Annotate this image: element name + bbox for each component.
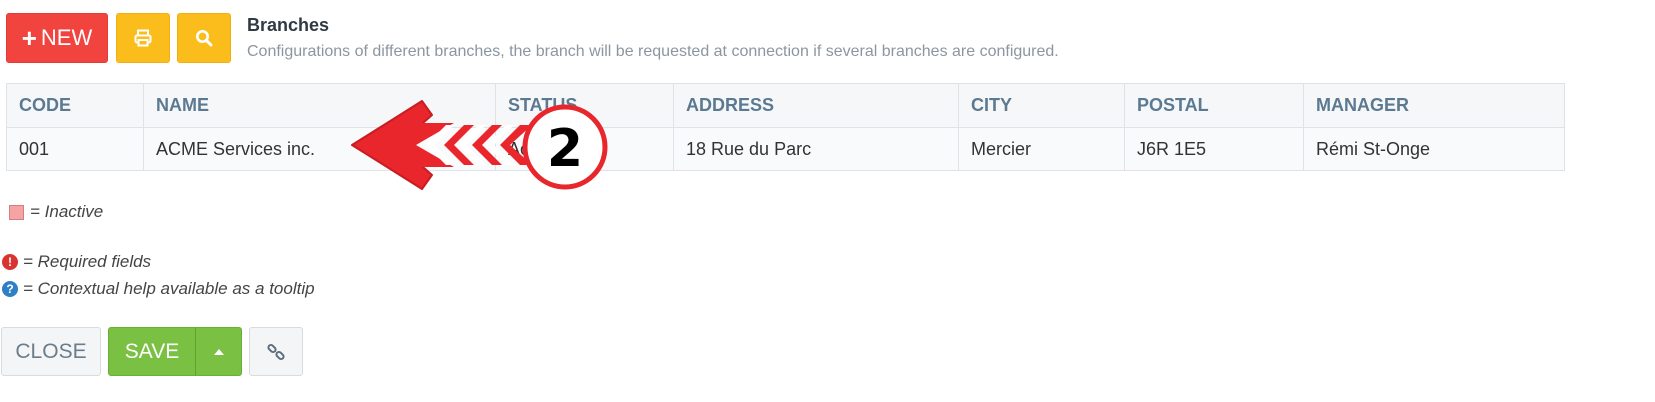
table-row[interactable]: 001 ACME Services inc. Active 18 Rue du … <box>6 127 1565 171</box>
page-title: Branches <box>247 15 330 35</box>
cell-status: Active <box>495 127 674 171</box>
column-header-postal[interactable]: POSTAL <box>1124 83 1304 128</box>
legend-inactive-text: = Inactive <box>30 202 104 221</box>
page-subtitle: Configurations of different branches, th… <box>247 43 1059 60</box>
legend-help: ? = Contextual help available as a toolt… <box>2 279 315 299</box>
search-icon <box>196 30 213 47</box>
legend-inactive: = Inactive <box>9 202 103 222</box>
cell-postal: J6R 1E5 <box>1124 127 1304 171</box>
legend-help-text: = Contextual help available as a tooltip <box>23 279 315 298</box>
required-icon: ! <box>2 254 18 270</box>
table-header-row: CODE NAME STATUS ADDRESS CITY POSTAL MAN… <box>6 83 1565 128</box>
column-header-name[interactable]: NAME <box>143 83 496 128</box>
cell-name: ACME Services inc. <box>143 127 496 171</box>
save-button[interactable]: SAVE <box>108 327 196 376</box>
save-options-button[interactable] <box>195 327 242 376</box>
column-header-status[interactable]: STATUS <box>495 83 674 128</box>
cell-code: 001 <box>6 127 144 171</box>
link-icon <box>267 343 285 360</box>
close-button[interactable]: CLOSE <box>1 327 101 376</box>
branches-table: CODE NAME STATUS ADDRESS CITY POSTAL MAN… <box>6 83 1565 171</box>
cell-address: 18 Rue du Parc <box>673 127 959 171</box>
column-header-address[interactable]: ADDRESS <box>673 83 959 128</box>
help-icon: ? <box>2 281 18 297</box>
inactive-swatch <box>9 204 24 220</box>
cell-city: Mercier <box>958 127 1125 171</box>
cell-manager: Rémi St-Onge <box>1303 127 1565 171</box>
new-button[interactable]: + NEW <box>6 13 108 63</box>
link-button[interactable] <box>249 327 303 376</box>
legend-required-text: = Required fields <box>23 252 152 271</box>
print-button[interactable] <box>116 13 170 63</box>
search-button[interactable] <box>177 13 231 63</box>
legend-required: ! = Required fields <box>2 252 151 272</box>
column-header-code[interactable]: CODE <box>6 83 144 128</box>
column-header-manager[interactable]: MANAGER <box>1303 83 1565 128</box>
caret-up-icon <box>213 348 224 355</box>
plus-icon: + <box>21 23 37 53</box>
new-button-label: NEW <box>40 25 93 50</box>
printer-icon <box>134 29 152 47</box>
column-header-city[interactable]: CITY <box>958 83 1125 128</box>
